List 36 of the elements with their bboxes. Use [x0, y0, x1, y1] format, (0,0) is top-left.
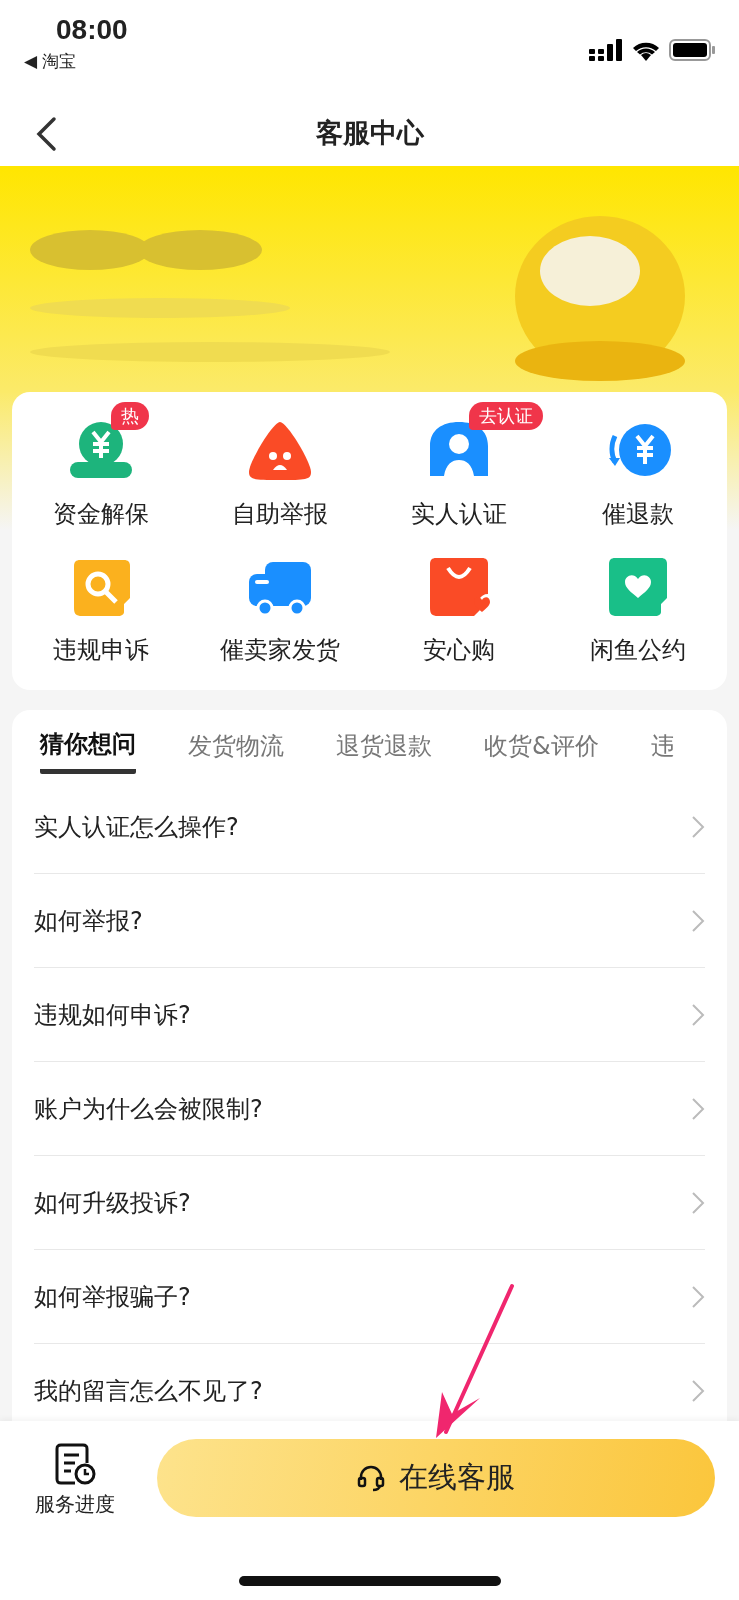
back-to-app-link[interactable]: ◀ 淘宝: [24, 50, 128, 73]
chevron-right-icon: [691, 1096, 705, 1121]
question-link[interactable]: 如何升级投诉?: [34, 1186, 191, 1219]
question-link[interactable]: 我的留言怎么不见了?: [34, 1374, 263, 1407]
page-title: 客服中心: [315, 116, 424, 150]
chevron-right-icon: [691, 1190, 705, 1215]
service-button[interactable]: 催卖家发货: [220, 552, 341, 666]
category-tab[interactable]: 退货退款: [336, 728, 432, 774]
chevron-right-icon: [691, 1378, 705, 1403]
service-button[interactable]: 自助举报: [232, 416, 329, 530]
badge: 热: [111, 402, 150, 430]
battery-icon: [669, 39, 715, 61]
chevron-right-icon: [691, 1002, 705, 1027]
chevron-right-icon: [691, 908, 705, 933]
question-link[interactable]: 如何举报骗子?: [34, 1280, 191, 1313]
document-clock-icon: [53, 1441, 97, 1485]
question-link[interactable]: 如何举报?: [34, 904, 143, 937]
online-service-button[interactable]: 在线客服: [157, 1439, 715, 1517]
service-progress-button[interactable]: 服务进度: [28, 1441, 122, 1518]
headset-icon: [357, 1464, 385, 1492]
question-link[interactable]: 实人认证怎么操作?: [34, 810, 239, 843]
service-button[interactable]: 违规申诉: [53, 552, 150, 666]
category-tab[interactable]: 发货物流: [188, 728, 284, 774]
question-link[interactable]: 违规如何申诉?: [34, 998, 191, 1031]
chevron-right-icon: [691, 814, 705, 839]
category-tab[interactable]: 猜你想问: [40, 728, 136, 774]
service-button[interactable]: 安心购: [422, 552, 495, 666]
question-link[interactable]: 账户为什么会被限制?: [34, 1092, 263, 1125]
service-button[interactable]: 催退款: [601, 416, 674, 530]
badge: 去认证: [468, 402, 543, 430]
category-tab[interactable]: 收货&评价: [484, 728, 599, 774]
category-tab[interactable]: 违: [650, 728, 675, 774]
signal-icon: [589, 39, 623, 61]
chevron-right-icon: [691, 1284, 705, 1309]
status-time: 08:00: [56, 14, 128, 46]
service-button[interactable]: 闲鱼公约: [589, 552, 686, 666]
